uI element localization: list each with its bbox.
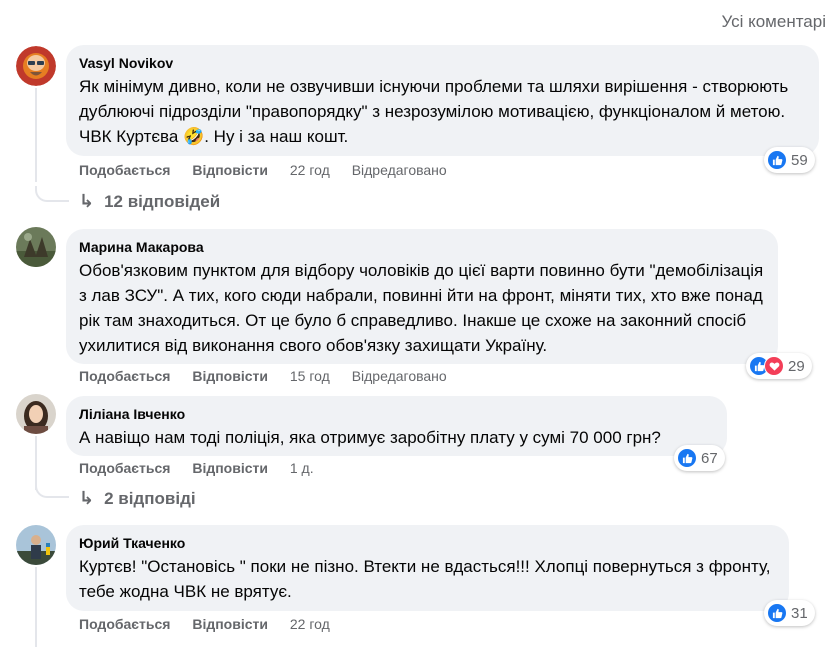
comment-actions: Подобається Відповісти 1 д. (79, 460, 332, 476)
reaction-count: 29 (788, 357, 805, 375)
heart-icon (764, 356, 784, 376)
all-comments-link[interactable]: Усі коментарі (721, 12, 826, 32)
comment-author[interactable]: Ліліана Івченко (79, 405, 714, 423)
view-replies-button[interactable]: ↳ 12 відповідей (79, 191, 220, 212)
thread-connector (35, 482, 69, 498)
comment-bubble: Ліліана Івченко А навіщо нам тоді поліці… (66, 396, 727, 456)
reply-button[interactable]: Відповісти (192, 616, 268, 632)
comment-time[interactable]: 22 год (290, 616, 330, 632)
reply-button[interactable]: Відповісти (192, 368, 268, 384)
reactions-badge[interactable]: 67 (674, 445, 725, 471)
comment-bubble: Юрий Ткаченко Куртєв! "Остановісь " поки… (66, 525, 789, 611)
comment-time[interactable]: 15 год (290, 368, 330, 384)
comment-author[interactable]: Vasyl Novikov (79, 54, 806, 72)
comment-actions: Подобається Відповісти 22 год (79, 616, 348, 632)
reaction-count: 31 (791, 604, 808, 622)
avatar[interactable] (16, 46, 56, 86)
reply-arrow-icon: ↳ (79, 191, 95, 211)
thumbs-up-icon (767, 603, 787, 623)
reaction-count: 67 (701, 449, 718, 467)
like-button[interactable]: Подобається (79, 368, 170, 384)
reply-arrow-icon: ↳ (79, 488, 95, 508)
comment-text: Як мінімум дивно, коли не озвучивши існу… (79, 77, 789, 146)
edited-label: Відредаговано (351, 162, 447, 178)
comment-time[interactable]: 22 год (290, 162, 330, 178)
replies-count: 12 відповідей (104, 191, 221, 211)
comment-text: Обов'язковим пунктом для відбору чоловік… (79, 261, 764, 355)
like-button[interactable]: Подобається (79, 162, 170, 178)
reactions-badge[interactable]: 59 (764, 147, 815, 173)
like-button[interactable]: Подобається (79, 460, 170, 476)
avatar[interactable] (16, 227, 56, 267)
comment-actions: Подобається Відповісти 15 год Відредагов… (79, 368, 465, 384)
thread-line (35, 567, 37, 647)
reactions-badge[interactable]: 31 (764, 600, 815, 626)
comment-bubble: Vasyl Novikov Як мінімум дивно, коли не … (66, 45, 819, 156)
comment-time[interactable]: 1 д. (290, 460, 314, 476)
comment-text: А навіщо нам тоді поліція, яка отримує з… (79, 428, 661, 447)
avatar[interactable] (16, 525, 56, 565)
comment-author[interactable]: Юрий Ткаченко (79, 534, 776, 552)
view-replies-button[interactable]: ↳ 2 відповіді (79, 488, 196, 509)
reactions-badge[interactable]: 29 (746, 353, 812, 379)
replies-count: 2 відповіді (104, 488, 196, 508)
comment-text: Куртєв! "Остановісь " поки не пізно. Вте… (79, 557, 771, 601)
comment-actions: Подобається Відповісти 22 год Відредагов… (79, 162, 465, 178)
like-button[interactable]: Подобається (79, 616, 170, 632)
reaction-count: 59 (791, 151, 808, 169)
comment-bubble: Марина Макарова Обов'язковим пунктом для… (66, 229, 778, 364)
thread-connector (35, 186, 69, 202)
reply-button[interactable]: Відповісти (192, 162, 268, 178)
edited-label: Відредаговано (351, 368, 447, 384)
comment-author[interactable]: Марина Макарова (79, 238, 765, 256)
thumbs-up-icon (767, 150, 787, 170)
avatar[interactable] (16, 394, 56, 434)
thumbs-up-icon (677, 448, 697, 468)
reply-button[interactable]: Відповісти (192, 460, 268, 476)
thread-line (35, 88, 37, 182)
